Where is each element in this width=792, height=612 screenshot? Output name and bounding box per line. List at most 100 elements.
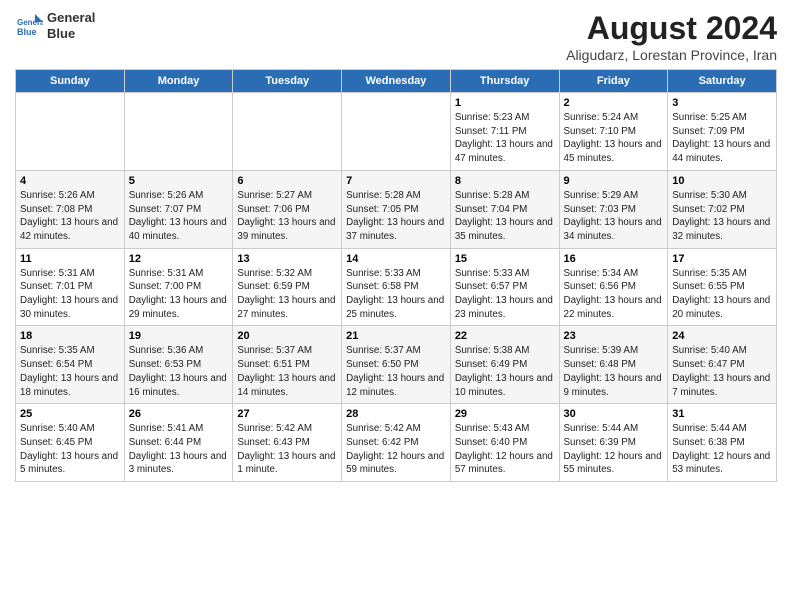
day-number: 10 — [672, 175, 772, 187]
day-number: 11 — [20, 253, 120, 265]
day-number: 8 — [455, 175, 555, 187]
day-info: Sunrise: 5:33 AM Sunset: 6:58 PM Dayligh… — [346, 267, 446, 322]
day-info: Sunrise: 5:28 AM Sunset: 7:04 PM Dayligh… — [455, 189, 555, 244]
day-info: Sunrise: 5:23 AM Sunset: 7:11 PM Dayligh… — [455, 111, 555, 166]
day-info: Sunrise: 5:44 AM Sunset: 6:39 PM Dayligh… — [564, 422, 664, 477]
day-number: 20 — [237, 330, 337, 342]
day-info: Sunrise: 5:26 AM Sunset: 7:07 PM Dayligh… — [129, 189, 229, 244]
day-info: Sunrise: 5:31 AM Sunset: 7:01 PM Dayligh… — [20, 267, 120, 322]
calendar-cell: 16 Sunrise: 5:34 AM Sunset: 6:56 PM Dayli… — [559, 248, 668, 326]
calendar-table: SundayMondayTuesdayWednesdayThursdayFrid… — [15, 69, 777, 482]
calendar-cell: 20 Sunrise: 5:37 AM Sunset: 6:51 PM Dayli… — [233, 326, 342, 404]
day-info: Sunrise: 5:34 AM Sunset: 6:56 PM Dayligh… — [564, 267, 664, 322]
calendar-cell: 27Sunrise: 5:42 AM Sunset: 6:43 PM Dayli… — [233, 404, 342, 482]
calendar-cell: 30Sunrise: 5:44 AM Sunset: 6:39 PM Dayli… — [559, 404, 668, 482]
day-number: 31 — [672, 408, 772, 420]
calendar-cell: 31 Sunrise: 5:44 AM Sunset: 6:38 PM Dayli… — [668, 404, 777, 482]
calendar-cell — [233, 93, 342, 171]
calendar-cell: 18 Sunrise: 5:35 AM Sunset: 6:54 PM Dayli… — [16, 326, 125, 404]
day-number: 5 — [129, 175, 229, 187]
calendar-cell: 5 Sunrise: 5:26 AM Sunset: 7:07 PM Daylig… — [124, 170, 233, 248]
day-info: Sunrise: 5:44 AM Sunset: 6:38 PM Dayligh… — [672, 422, 772, 477]
day-info: Sunrise: 5:40 AM Sunset: 6:45 PM Dayligh… — [20, 422, 120, 477]
day-number: 21 — [346, 330, 446, 342]
calendar-cell — [16, 93, 125, 171]
day-number: 13 — [237, 253, 337, 265]
day-number: 2 — [564, 97, 664, 109]
calendar-cell: 23Sunrise: 5:39 AM Sunset: 6:48 PM Dayli… — [559, 326, 668, 404]
day-number: 18 — [20, 330, 120, 342]
calendar-cell: 10 Sunrise: 5:30 AM Sunset: 7:02 PM Dayli… — [668, 170, 777, 248]
calendar-cell: 13 Sunrise: 5:32 AM Sunset: 6:59 PM Dayli… — [233, 248, 342, 326]
day-number: 29 — [455, 408, 555, 420]
col-header-tuesday: Tuesday — [233, 70, 342, 93]
col-header-thursday: Thursday — [450, 70, 559, 93]
subtitle: Aligudarz, Lorestan Province, Iran — [566, 47, 777, 63]
day-number: 14 — [346, 253, 446, 265]
calendar-cell: 21 Sunrise: 5:37 AM Sunset: 6:50 PM Dayli… — [342, 326, 451, 404]
day-info: Sunrise: 5:42 AM Sunset: 6:42 PM Dayligh… — [346, 422, 446, 477]
day-info: Sunrise: 5:35 AM Sunset: 6:54 PM Dayligh… — [20, 344, 120, 399]
day-number: 27 — [237, 408, 337, 420]
col-header-monday: Monday — [124, 70, 233, 93]
calendar-cell: 29Sunrise: 5:43 AM Sunset: 6:40 PM Dayli… — [450, 404, 559, 482]
day-info: Sunrise: 5:24 AM Sunset: 7:10 PM Dayligh… — [564, 111, 664, 166]
svg-text:Blue: Blue — [17, 27, 37, 37]
day-info: Sunrise: 5:26 AM Sunset: 7:08 PM Dayligh… — [20, 189, 120, 244]
day-number: 3 — [672, 97, 772, 109]
logo-line2: Blue — [47, 26, 95, 42]
calendar-cell — [342, 93, 451, 171]
calendar-cell: 2 Sunrise: 5:24 AM Sunset: 7:10 PM Daylig… — [559, 93, 668, 171]
day-number: 28 — [346, 408, 446, 420]
day-info: Sunrise: 5:33 AM Sunset: 6:57 PM Dayligh… — [455, 267, 555, 322]
calendar-cell: 8 Sunrise: 5:28 AM Sunset: 7:04 PM Daylig… — [450, 170, 559, 248]
calendar-cell: 19Sunrise: 5:36 AM Sunset: 6:53 PM Dayli… — [124, 326, 233, 404]
calendar-cell: 22 Sunrise: 5:38 AM Sunset: 6:49 PM Dayli… — [450, 326, 559, 404]
day-info: Sunrise: 5:29 AM Sunset: 7:03 PM Dayligh… — [564, 189, 664, 244]
day-number: 22 — [455, 330, 555, 342]
day-number: 17 — [672, 253, 772, 265]
title-block: August 2024 Aligudarz, Lorestan Province… — [566, 10, 777, 63]
day-info: Sunrise: 5:38 AM Sunset: 6:49 PM Dayligh… — [455, 344, 555, 399]
day-number: 4 — [20, 175, 120, 187]
day-number: 24 — [672, 330, 772, 342]
main-title: August 2024 — [566, 10, 777, 47]
col-header-saturday: Saturday — [668, 70, 777, 93]
day-number: 1 — [455, 97, 555, 109]
calendar-cell: 17 Sunrise: 5:35 AM Sunset: 6:55 PM Dayli… — [668, 248, 777, 326]
calendar-cell: 7 Sunrise: 5:28 AM Sunset: 7:05 PM Daylig… — [342, 170, 451, 248]
logo: General Blue General Blue — [15, 10, 95, 41]
day-info: Sunrise: 5:41 AM Sunset: 6:44 PM Dayligh… — [129, 422, 229, 477]
calendar-cell: 4 Sunrise: 5:26 AM Sunset: 7:08 PM Daylig… — [16, 170, 125, 248]
day-number: 15 — [455, 253, 555, 265]
col-header-wednesday: Wednesday — [342, 70, 451, 93]
col-header-friday: Friday — [559, 70, 668, 93]
day-number: 9 — [564, 175, 664, 187]
header: General Blue General Blue August 2024 Al… — [15, 10, 777, 63]
calendar-cell: 25Sunrise: 5:40 AM Sunset: 6:45 PM Dayli… — [16, 404, 125, 482]
day-info: Sunrise: 5:35 AM Sunset: 6:55 PM Dayligh… — [672, 267, 772, 322]
day-number: 26 — [129, 408, 229, 420]
day-number: 16 — [564, 253, 664, 265]
day-number: 6 — [237, 175, 337, 187]
calendar-cell: 3 Sunrise: 5:25 AM Sunset: 7:09 PM Daylig… — [668, 93, 777, 171]
day-number: 7 — [346, 175, 446, 187]
day-info: Sunrise: 5:28 AM Sunset: 7:05 PM Dayligh… — [346, 189, 446, 244]
day-info: Sunrise: 5:37 AM Sunset: 6:50 PM Dayligh… — [346, 344, 446, 399]
day-info: Sunrise: 5:40 AM Sunset: 6:47 PM Dayligh… — [672, 344, 772, 399]
calendar-cell: 11 Sunrise: 5:31 AM Sunset: 7:01 PM Dayli… — [16, 248, 125, 326]
calendar-cell: 14 Sunrise: 5:33 AM Sunset: 6:58 PM Dayli… — [342, 248, 451, 326]
day-number: 23 — [564, 330, 664, 342]
day-info: Sunrise: 5:32 AM Sunset: 6:59 PM Dayligh… — [237, 267, 337, 322]
day-number: 12 — [129, 253, 229, 265]
day-info: Sunrise: 5:31 AM Sunset: 7:00 PM Dayligh… — [129, 267, 229, 322]
day-info: Sunrise: 5:25 AM Sunset: 7:09 PM Dayligh… — [672, 111, 772, 166]
calendar-cell: 24 Sunrise: 5:40 AM Sunset: 6:47 PM Dayli… — [668, 326, 777, 404]
day-info: Sunrise: 5:37 AM Sunset: 6:51 PM Dayligh… — [237, 344, 337, 399]
calendar-cell: 26 Sunrise: 5:41 AM Sunset: 6:44 PM Dayli… — [124, 404, 233, 482]
day-info: Sunrise: 5:30 AM Sunset: 7:02 PM Dayligh… — [672, 189, 772, 244]
calendar-cell: 28 Sunrise: 5:42 AM Sunset: 6:42 PM Dayli… — [342, 404, 451, 482]
day-number: 19 — [129, 330, 229, 342]
day-info: Sunrise: 5:27 AM Sunset: 7:06 PM Dayligh… — [237, 189, 337, 244]
calendar-cell: 9 Sunrise: 5:29 AM Sunset: 7:03 PM Daylig… — [559, 170, 668, 248]
